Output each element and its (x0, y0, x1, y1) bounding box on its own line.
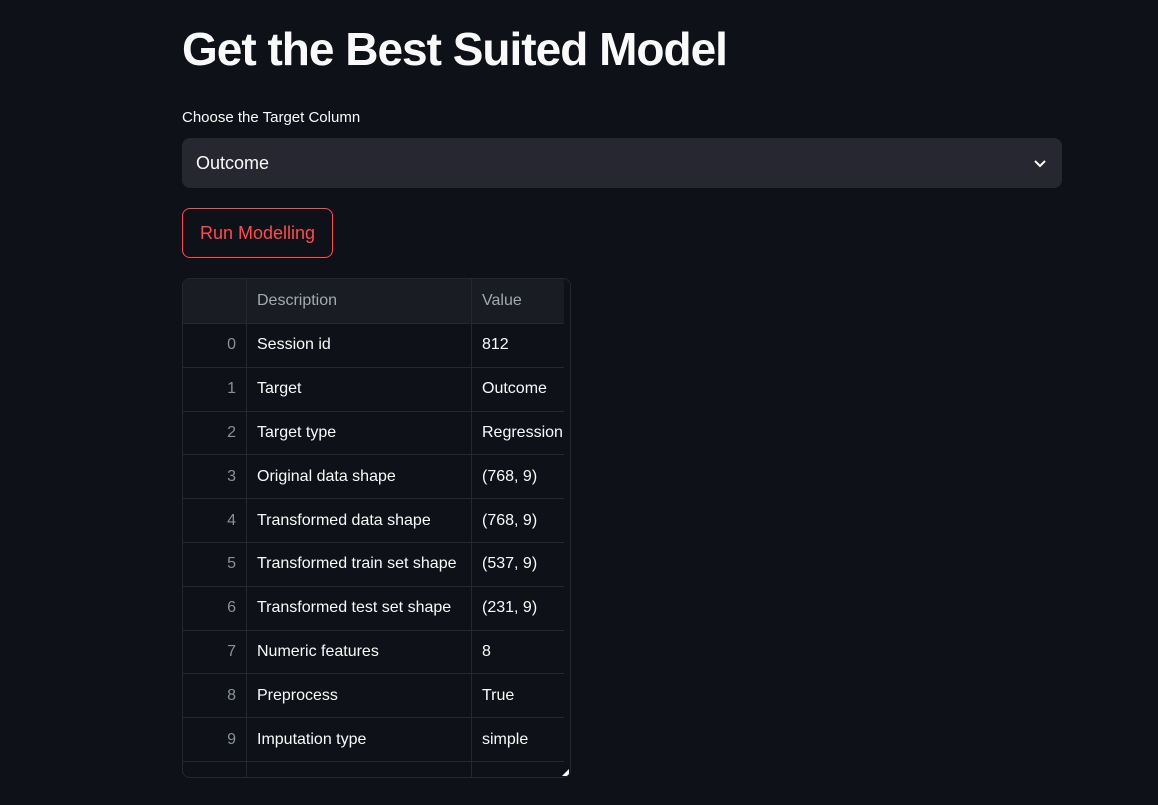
index-header (183, 279, 247, 323)
cell-index[interactable]: 5 (183, 542, 247, 586)
cell-value[interactable]: (768, 9) (472, 455, 564, 498)
cell-description[interactable]: Transformed train set shape (247, 542, 472, 586)
table-row: 2 Target type Regression (183, 411, 564, 456)
setup-results-table[interactable]: Description Value 0 Session id 812 1 Target O… (182, 278, 571, 778)
selected-value: Outcome (196, 152, 270, 173)
description-header[interactable]: Description (247, 279, 472, 323)
chevron-down-icon (1034, 160, 1046, 168)
cell-description[interactable]: Numeric features (247, 630, 472, 674)
cell-index[interactable]: 7 (183, 630, 247, 674)
cell-description[interactable]: Session id (247, 324, 472, 367)
cell-index[interactable]: 1 (183, 367, 247, 411)
cell-description[interactable]: Preprocess (247, 674, 472, 718)
cell-value[interactable]: Regression (472, 412, 564, 455)
table-header: Description Value (183, 279, 564, 324)
table-row: 5 Transformed train set shape (537, 9) (183, 542, 564, 587)
cell-value[interactable]: 812 (472, 324, 564, 367)
cell-value[interactable]: (768, 9) (472, 499, 564, 542)
resize-handle[interactable] (562, 769, 569, 776)
target-column-select[interactable]: Outcome (182, 138, 1062, 188)
table-row: 1 Target Outcome (183, 367, 564, 412)
cell-value[interactable]: Outcome (472, 368, 564, 411)
table-row: 3 Original data shape (768, 9) (183, 455, 564, 500)
table-row: 7 Numeric features 8 (183, 630, 564, 675)
cell-index[interactable]: 6 (183, 586, 247, 630)
cell-index[interactable]: 4 (183, 499, 247, 542)
cell-description[interactable]: Target type (247, 411, 472, 455)
cell-index[interactable]: 2 (183, 411, 247, 455)
table-row-partial (183, 761, 564, 777)
cell-value[interactable]: 8 (472, 631, 564, 674)
run-modelling-button[interactable]: Run Modelling (182, 208, 333, 258)
cell-description[interactable]: Imputation type (247, 718, 472, 761)
cell-value[interactable]: True (472, 674, 564, 717)
cell-description[interactable]: Transformed test set shape (247, 586, 472, 630)
cell-description[interactable]: Transformed data shape (247, 499, 472, 542)
cell-value[interactable]: simple (472, 718, 564, 761)
cell-value[interactable]: (537, 9) (472, 543, 564, 586)
table-row: 6 Transformed test set shape (231, 9) (183, 586, 564, 631)
value-header[interactable]: Value (472, 279, 564, 323)
cell-index[interactable]: 9 (183, 718, 247, 761)
table-row: 9 Imputation type simple (183, 718, 564, 762)
cell-description[interactable]: Target (247, 367, 472, 411)
cell-index[interactable]: 0 (183, 324, 247, 367)
cell-value[interactable]: (231, 9) (472, 587, 564, 630)
cell-index[interactable]: 8 (183, 674, 247, 718)
table-row: 0 Session id 812 (183, 324, 564, 368)
cell-index[interactable]: 3 (183, 455, 247, 499)
page-title: Get the Best Suited Model (182, 23, 728, 75)
table-row: 4 Transformed data shape (768, 9) (183, 499, 564, 543)
table-row: 8 Preprocess True (183, 674, 564, 719)
target-column-label: Choose the Target Column (182, 109, 361, 126)
cell-description[interactable]: Original data shape (247, 455, 472, 499)
